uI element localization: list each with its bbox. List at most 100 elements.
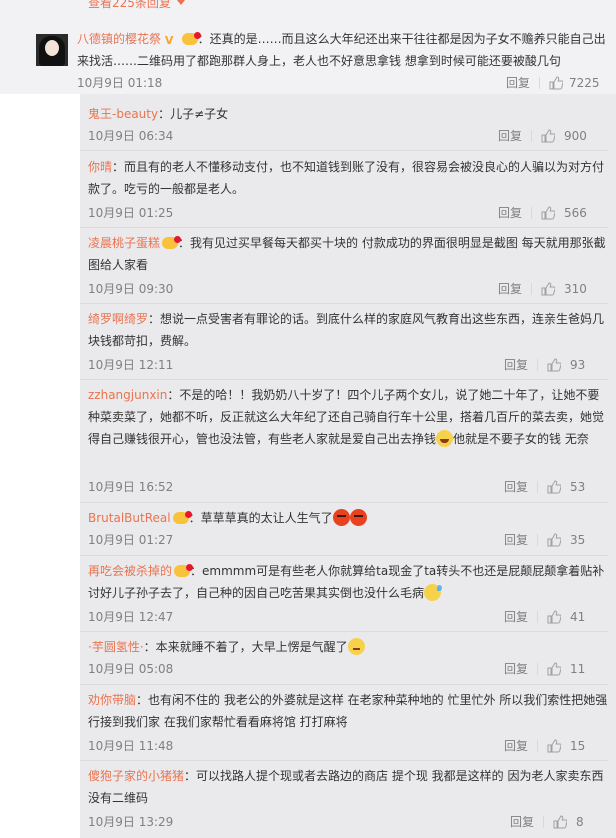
thumbs-up-icon: [553, 815, 567, 829]
verified-v-icon: V: [164, 34, 174, 47]
reply-body: ：草草草真的太让人生气了: [188, 511, 333, 525]
main-comment: 八德镇的樱花祭 V ：还真的是……而且这么大年纪还出来干往往都是因为子女不赡养只…: [0, 20, 616, 94]
reply-username[interactable]: zzhangjunxin: [88, 388, 167, 402]
reply-text: zzhangjunxin：不是的哈！！我奶奶八十岁了！四个儿子两个女儿，说了她二…: [88, 384, 608, 450]
reply-text: 劝你带脑：也有闲不住的 我老公的外婆就是这样 在老家种菜种地的 忙里忙外 所以我…: [88, 689, 608, 733]
reply-item: ·芋圆氢性·：本来就睡不着了，大早上愣是气醒了 10月9日 05:08 回复 1…: [88, 636, 608, 676]
main-comment-username[interactable]: 八德镇的樱花祭: [77, 32, 161, 46]
reply-text: 傻狍子家的小猪猪：可以找路人提个现或者去路边的商店 提个现 我都是这样的 因为老…: [88, 765, 608, 809]
reply-meta: 10月9日 05:08 回复 11: [88, 660, 608, 678]
divider: [537, 663, 538, 675]
reply-item: 凌晨桃子蛋糕 ：我有见过买早餐每天都买十块的 付款成功的界面很明显是截图 每天就用…: [88, 232, 608, 296]
reply-button[interactable]: 回复: [504, 356, 528, 374]
reply-button[interactable]: 回复: [498, 204, 522, 222]
like-count: 15: [570, 739, 586, 753]
more-replies-link[interactable]: 查看225条回复: [88, 0, 185, 11]
reply-text: ·芋圆氢性·：本来就睡不着了，大早上愣是气醒了: [88, 636, 608, 658]
comment-date: 10月9日 05:08: [88, 662, 174, 676]
divider: [537, 611, 538, 623]
thumbs-up-icon: [547, 739, 561, 753]
reply-username[interactable]: 再吃会被杀掉的: [88, 564, 172, 578]
reply-body: ：想说一点受害者有罪论的话。到底什么样的家庭风气教育出这些东西，连亲生爸妈几块钱…: [88, 312, 605, 348]
divider: [537, 481, 538, 493]
like-count: 41: [570, 610, 586, 624]
like-count: 310: [564, 282, 587, 296]
reply-item: zzhangjunxin：不是的哈！！我奶奶八十岁了！四个儿子两个女儿，说了她二…: [88, 384, 608, 494]
reply-divider: [80, 227, 608, 228]
reply-text: BrutalButReal ：草草草真的太让人生气了: [88, 507, 608, 529]
thumbs-up-icon: [549, 76, 563, 90]
thumbs-up-icon: [541, 282, 555, 296]
main-comment-meta: 10月9日 01:18 回复 7225: [77, 74, 600, 92]
comment-date: 10月9日 12:47: [88, 610, 174, 624]
reply-item: 鬼王-beauty：儿子≠子女 10月9日 06:34 回复 900: [88, 103, 608, 143]
reply-divider: [80, 684, 608, 685]
like-count: 35: [570, 533, 586, 547]
avatar[interactable]: [36, 34, 68, 66]
thumbs-up-icon: [547, 610, 561, 624]
reply-body: ：也有闲不住的 我老公的外婆就是这样 在老家种菜种地的 忙里忙外 所以我们索性把…: [88, 693, 608, 729]
comment-date: 10月9日 16:52: [88, 480, 174, 494]
reply-divider: [80, 760, 608, 761]
reply-button[interactable]: 回复: [506, 74, 530, 92]
reply-username[interactable]: 绮罗啊绮罗: [88, 312, 148, 326]
reply-username[interactable]: 傻狍子家的小猪猪: [88, 769, 184, 783]
comment-date: 10月9日 13:29: [88, 815, 174, 829]
reply-body-tail: 他就是不要子女的钱 无奈: [453, 432, 589, 446]
divider: [539, 77, 540, 89]
reply-divider: [80, 379, 608, 380]
reply-meta: 10月9日 12:47 回复 41: [88, 608, 608, 626]
like-count: 11: [570, 662, 586, 676]
reply-username[interactable]: 劝你带脑: [88, 693, 136, 707]
reply-username[interactable]: 你晴: [88, 160, 112, 174]
chevron-down-icon: [176, 0, 185, 5]
reply-username[interactable]: ·芋圆氢性·: [88, 640, 144, 654]
reply-button[interactable]: 回复: [510, 813, 534, 831]
divider: [531, 283, 532, 295]
thumbs-up-icon: [547, 480, 561, 494]
level-badge-icon: [174, 564, 194, 577]
comment-section: 查看225条回复 八德镇的樱花祭 V ：还真的是……而且这么大年纪还出来干往往都…: [0, 0, 616, 838]
level-badge-icon: [181, 32, 201, 45]
comment-date: 10月9日 01:27: [88, 533, 174, 547]
divider: [537, 359, 538, 371]
reply-button[interactable]: 回复: [504, 608, 528, 626]
reply-button[interactable]: 回复: [504, 737, 528, 755]
avatar-face: [45, 40, 59, 56]
divider: [537, 740, 538, 752]
reply-text: 绮罗啊绮罗：想说一点受害者有罪论的话。到底什么样的家庭风气教育出这些东西，连亲生…: [88, 308, 608, 352]
reply-button[interactable]: 回复: [498, 127, 522, 145]
reply-username[interactable]: 凌晨桃子蛋糕: [88, 236, 160, 250]
like-count: 93: [570, 358, 586, 372]
reply-button[interactable]: 回复: [498, 280, 522, 298]
reply-text: 你晴：而且有的老人不懂移动支付，也不知道钱到账了没有，很容易会被没良心的人骗以为…: [88, 156, 608, 200]
reply-divider: [80, 502, 608, 503]
reply-meta: 10月9日 12:11 回复 93: [88, 356, 608, 374]
reply-username[interactable]: 鬼王-beauty: [88, 107, 158, 121]
reply-meta: 10月9日 01:25 回复 566: [88, 204, 608, 222]
reply-meta: 10月9日 09:30 回复 310: [88, 280, 608, 298]
divider: [531, 130, 532, 142]
reply-body: ：儿子≠子女: [158, 107, 229, 121]
like-count: 53: [570, 480, 586, 494]
reply-meta: 10月9日 11:48 回复 15: [88, 737, 608, 755]
reply-username[interactable]: BrutalButReal: [88, 511, 171, 525]
reply-item: 绮罗啊绮罗：想说一点受害者有罪论的话。到底什么样的家庭风气教育出这些东西，连亲生…: [88, 308, 608, 372]
reply-item: 你晴：而且有的老人不懂移动支付，也不知道钱到账了没有，很容易会被没良心的人骗以为…: [88, 156, 608, 220]
angry-emoji-icon: [332, 509, 350, 526]
reply-divider: [80, 303, 608, 304]
divider: [543, 816, 544, 828]
divider: [531, 207, 532, 219]
reply-button[interactable]: 回复: [504, 660, 528, 678]
reply-button[interactable]: 回复: [504, 478, 528, 496]
like-count: 8: [576, 815, 584, 829]
thumbs-up-icon: [547, 662, 561, 676]
reply-list: 鬼王-beauty：儿子≠子女 10月9日 06:34 回复 900 你晴：而且…: [80, 94, 616, 838]
reply-meta: 10月9日 13:29 回复 8: [88, 813, 608, 831]
reply-button[interactable]: 回复: [504, 531, 528, 549]
more-replies-label: 查看225条回复: [88, 0, 171, 10]
comment-date: 10月9日 11:48: [88, 739, 174, 753]
laughing-emoji-icon: [436, 430, 454, 447]
top-bar: 查看225条回复: [0, 0, 616, 20]
reply-body: ：本来就睡不着了，大早上愣是气醒了: [143, 640, 348, 654]
